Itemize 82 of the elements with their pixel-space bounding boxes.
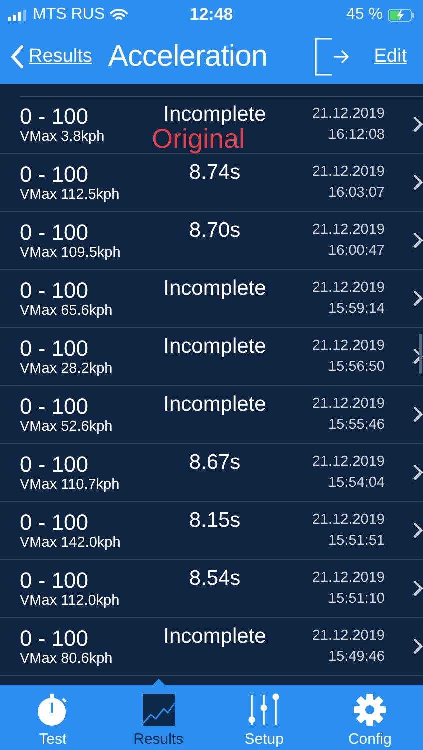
- run-date: 21.12.2019: [312, 396, 385, 412]
- chevron-icon: [413, 464, 423, 481]
- chevron-icon: [413, 116, 423, 133]
- max-speed: VMax 3.8kph: [20, 128, 106, 144]
- wifi-icon: [110, 8, 128, 22]
- run-time: 15:51:10: [328, 591, 385, 607]
- max-speed: VMax 28.2kph: [20, 360, 114, 376]
- run-date: 21.12.2019: [312, 512, 385, 528]
- max-speed: VMax 112.5kph: [20, 186, 121, 202]
- run-time: 15:59:14: [328, 301, 385, 317]
- max-speed: VMax 52.6kph: [20, 418, 114, 434]
- max-speed: VMax 80.6kph: [20, 650, 114, 666]
- speed-range: 0 - 100: [20, 278, 90, 302]
- tab-button[interactable]: Results: [106, 685, 212, 750]
- run-time: 15:55:46: [328, 417, 385, 433]
- signal-icon: [8, 10, 28, 20]
- export-icon[interactable]: [314, 38, 350, 76]
- result-row[interactable]: 0 - 100 VMax 110.7kph 8.67s 21.12.2019 15:54:04: [0, 444, 423, 502]
- speed-range: 0 - 100: [20, 510, 90, 534]
- speed-range: 0 - 100: [20, 220, 90, 244]
- result-row[interactable]: 0 - 100 VMax 52.6kph Incomplete 21.12.2019 15:55:46: [0, 386, 423, 444]
- carrier-name: MTS RUS: [33, 6, 105, 24]
- result-time: Incomplete: [164, 624, 266, 648]
- run-time: 15:49:46: [328, 649, 385, 665]
- battery-charging-icon: [388, 8, 415, 22]
- result-row[interactable]: 0 - 100 VMax 109.5kph 8.70s 21.12.2019 16:00:47: [0, 212, 423, 270]
- speed-range: 0 - 100: [20, 104, 90, 128]
- run-time: 16:00:47: [328, 243, 385, 259]
- result-row[interactable]: 0 - 100 VMax 142.0kph 8.15s 21.12.2019 15:51:51: [0, 502, 423, 560]
- speed-range: 0 - 100: [20, 162, 90, 186]
- result-time: 8.15s: [189, 508, 241, 532]
- run-time: 16:03:07: [328, 185, 385, 201]
- gear-icon: [353, 693, 388, 727]
- speed-range: 0 - 100: [20, 452, 90, 476]
- chevron-icon: [413, 580, 423, 597]
- result-row[interactable]: 0 - 100 VMax 112.5kph 8.74s 21.12.2019 16:03:07: [0, 154, 423, 212]
- result-time: Incomplete: [164, 334, 266, 358]
- run-date: 21.12.2019: [312, 338, 385, 354]
- clock-time: 12:48: [190, 5, 234, 25]
- chevron-icon: [413, 290, 423, 307]
- run-date: 21.12.2019: [312, 106, 385, 122]
- run-date: 21.12.2019: [312, 454, 385, 470]
- sliders-icon: [247, 693, 282, 727]
- chevron-icon: [413, 232, 423, 249]
- run-time: 15:51:51: [328, 533, 385, 549]
- result-row[interactable]: 0 - 100 VMax 80.6kph Incomplete 21.12.2019 15:49:46: [0, 618, 423, 676]
- result-time: Incomplete: [164, 392, 266, 416]
- speed-range: 0 - 100: [20, 626, 90, 650]
- run-date: 21.12.2019: [312, 222, 385, 238]
- result-time: 8.54s: [189, 566, 241, 590]
- screen-title: Acceleration: [108, 40, 268, 74]
- run-date: 21.12.2019: [312, 164, 385, 180]
- result-time: Incomplete: [164, 102, 266, 126]
- max-speed: VMax 65.6kph: [20, 302, 114, 318]
- max-speed: VMax 142.0kph: [20, 534, 122, 550]
- chevron-icon: [413, 406, 423, 423]
- speed-range: 0 - 100: [20, 336, 90, 360]
- run-date: 21.12.2019: [312, 570, 385, 586]
- run-time: 16:12:08: [328, 127, 385, 143]
- run-date: 21.12.2019: [312, 628, 385, 644]
- result-time: Incomplete: [164, 276, 266, 300]
- result-time: 8.70s: [189, 218, 241, 242]
- result-row[interactable]: 0 - 100 VMax 112.0kph 8.54s 21.12.2019 15:51:10: [0, 560, 423, 618]
- run-time: 15:54:04: [328, 475, 385, 491]
- run-time: 15:56:50: [328, 359, 385, 375]
- battery-percent: 45 %: [346, 6, 383, 24]
- overlay-label: Original: [152, 124, 246, 155]
- chart-icon: [142, 693, 176, 727]
- result-row[interactable]: 0 - 100 VMax 65.6kph Incomplete 21.12.2019 15:59:14: [0, 270, 423, 328]
- back-chevron-icon: [10, 45, 24, 69]
- chevron-icon: [413, 348, 423, 365]
- run-date: 21.12.2019: [312, 280, 385, 296]
- result-time: 8.67s: [189, 450, 241, 474]
- chevron-icon: [413, 638, 423, 655]
- max-speed: VMax 110.7kph: [20, 476, 121, 492]
- speed-range: 0 - 100: [20, 568, 90, 592]
- max-speed: VMax 109.5kph: [20, 244, 122, 260]
- speed-range: 0 - 100: [20, 394, 90, 418]
- chevron-icon: [413, 174, 423, 191]
- result-time: 8.74s: [189, 160, 241, 184]
- max-speed: VMax 112.0kph: [20, 592, 121, 608]
- chevron-icon: [413, 522, 423, 539]
